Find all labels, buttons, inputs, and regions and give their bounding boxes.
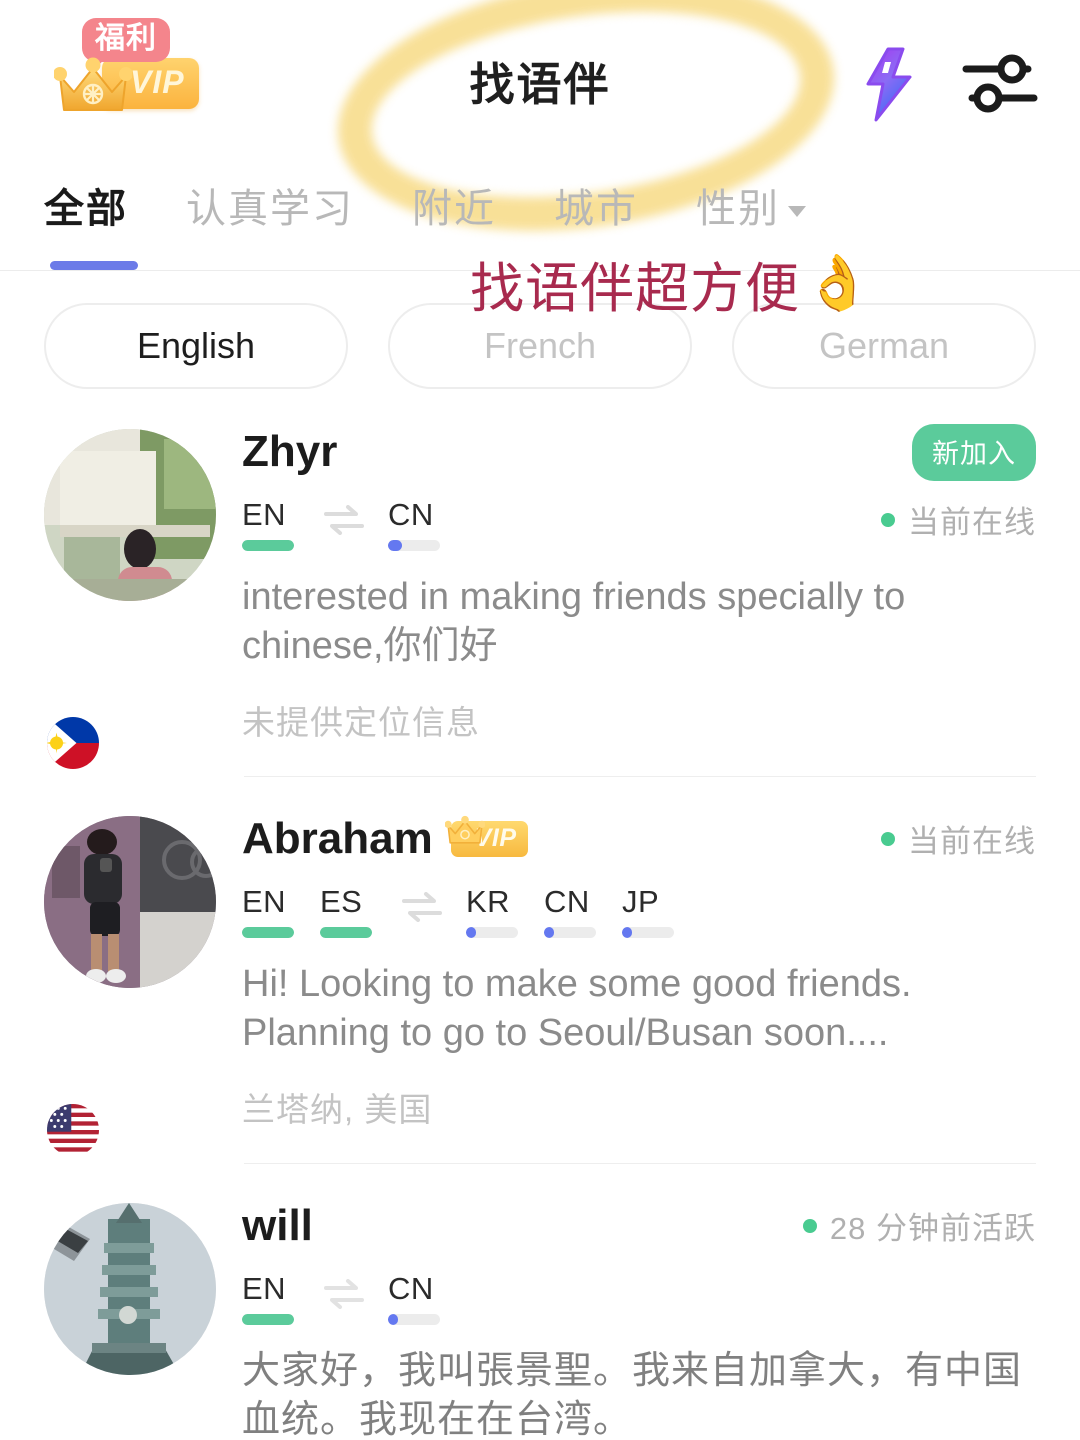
- language-level-bar: [466, 926, 518, 938]
- tab-all-label: 全部: [44, 187, 128, 231]
- user-name: will: [242, 1200, 313, 1250]
- online-dot-icon: [881, 512, 895, 527]
- native-language-item: ES: [320, 886, 372, 938]
- learning-language-item: CN: [388, 499, 440, 551]
- name-row: will 28 分钟前活跃: [242, 1197, 1036, 1255]
- crown-icon: [444, 815, 485, 844]
- language-code: EN: [242, 1270, 287, 1306]
- language-level-bar: [320, 926, 372, 938]
- tab-nearby-label: 附近: [412, 187, 496, 231]
- native-language-item: EN: [242, 499, 294, 551]
- online-status: 当前在线: [881, 816, 1036, 861]
- language-proficiency-row: EN CN: [242, 1273, 1036, 1325]
- language-code: KR: [466, 883, 511, 919]
- language-level-bar: [622, 926, 674, 938]
- language-level-bar: [242, 926, 294, 938]
- user-card[interactable]: will 28 分钟前活跃 EN CN 大家好，我叫張景聖。我来自加拿大，有中国…: [44, 1162, 1036, 1440]
- online-status: 当前在线: [881, 497, 1036, 542]
- online-dot-icon: [802, 1218, 817, 1233]
- avatar[interactable]: [44, 429, 216, 601]
- language-pill-german-label: German: [818, 325, 950, 366]
- language-level-bar: [544, 926, 596, 938]
- language-code: CN: [544, 883, 590, 919]
- tab-gender[interactable]: 性别: [696, 170, 806, 234]
- learning-language-item: CN: [544, 886, 596, 938]
- user-bio: interested in making friends specially t…: [242, 576, 906, 668]
- chevron-down-icon: [788, 206, 806, 217]
- user-location: 未提供定位信息: [242, 703, 480, 741]
- language-proficiency-row: EN CN 当前在线: [242, 499, 1036, 551]
- language-code: ES: [320, 883, 363, 919]
- user-location: 兰塔纳, 美国: [242, 1090, 433, 1128]
- user-bio: Hi! Looking to make some good friends. P…: [242, 962, 912, 1055]
- flag-badge-philippines: [44, 713, 102, 772]
- avatar[interactable]: [44, 815, 216, 988]
- language-pill-french-label: French: [483, 325, 597, 366]
- tab-city-label: 城市: [554, 187, 638, 231]
- swap-arrows-icon: [324, 1278, 364, 1309]
- user-name: Zhyr: [242, 427, 338, 476]
- tab-serious-study-label: 认真学习: [186, 187, 354, 231]
- online-status-label: 当前在线: [908, 505, 1036, 540]
- avatar-wrap[interactable]: [44, 806, 216, 1163]
- online-dot-icon: [881, 831, 895, 846]
- tab-serious-study[interactable]: 认真学习: [186, 170, 354, 234]
- avatar-wrap[interactable]: [44, 1193, 216, 1440]
- tab-nearby[interactable]: 附近: [412, 170, 496, 234]
- native-language-item: EN: [242, 1273, 294, 1325]
- language-level-bar: [242, 1313, 294, 1325]
- user-info: Zhyr 新加入 EN CN 当前在线 interested in making…: [216, 419, 1036, 776]
- app-screen: 福利 VIP 找语伴 全部 认真学习 附近 城市 性别 找语伴超方便 👌 Eng…: [0, 0, 1080, 1440]
- learning-language-item: KR: [466, 886, 518, 938]
- language-proficiency-row: EN ES KR CN JP: [242, 886, 1036, 938]
- swap-arrows-icon: [402, 891, 442, 922]
- last-active-status: 28 分钟前活跃: [802, 1203, 1036, 1248]
- language-pill-english[interactable]: English: [44, 303, 348, 389]
- language-level-bar: [388, 1313, 440, 1325]
- user-info: will 28 分钟前活跃 EN CN 大家好，我叫張景聖。我来自加拿大，有中国…: [216, 1193, 1036, 1440]
- flag-badge-usa: [44, 1100, 102, 1159]
- language-code: JP: [622, 883, 660, 919]
- user-card[interactable]: Zhyr 新加入 EN CN 当前在线 interested in making…: [44, 389, 1036, 776]
- tab-all[interactable]: 全部: [44, 170, 138, 270]
- learning-language-item: JP: [622, 886, 674, 938]
- language-level-bar: [388, 540, 440, 551]
- tab-active-underline: [50, 261, 138, 270]
- name-row: Abraham VIP 当前在线: [242, 810, 1036, 868]
- page-title: 找语伴: [469, 59, 611, 110]
- user-card[interactable]: Abraham VIP 当前在线 EN ES KR CN JP Hi! Look…: [44, 775, 1036, 1163]
- avatar[interactable]: [44, 1202, 216, 1375]
- status-badge-new: 新加入: [912, 423, 1036, 481]
- language-code: CN: [388, 1270, 434, 1306]
- language-code: EN: [242, 497, 287, 532]
- red-annotation-text: 找语伴超方便: [470, 259, 800, 319]
- app-header: 福利 VIP 找语伴: [0, 0, 1080, 261]
- vip-badge: VIP: [444, 815, 528, 857]
- learning-language-item: CN: [388, 1273, 440, 1325]
- online-status-label: 当前在线: [908, 824, 1036, 860]
- swap-arrows-icon: [324, 505, 364, 535]
- language-level-bar: [242, 540, 294, 551]
- tab-gender-label: 性别: [696, 187, 780, 231]
- language-pill-english-label: English: [136, 325, 256, 366]
- ok-hand-emoji: 👌: [804, 253, 873, 313]
- user-info: Abraham VIP 当前在线 EN ES KR CN JP Hi! Look…: [216, 806, 1036, 1163]
- language-code: CN: [388, 497, 434, 532]
- language-code: EN: [242, 883, 287, 919]
- user-list: Zhyr 新加入 EN CN 当前在线 interested in making…: [0, 389, 1080, 1440]
- red-annotation-note: 找语伴超方便 👌: [470, 244, 872, 323]
- user-bio: 大家好，我叫張景聖。我来自加拿大，有中国血统。我现在在台湾。: [242, 1349, 1023, 1440]
- tab-city[interactable]: 城市: [554, 170, 638, 234]
- avatar-wrap[interactable]: [44, 419, 216, 776]
- name-row: Zhyr 新加入: [242, 423, 1036, 481]
- user-name: Abraham: [242, 813, 433, 863]
- native-language-item: EN: [242, 886, 294, 938]
- last-active-label: 28 分钟前活跃: [829, 1211, 1036, 1247]
